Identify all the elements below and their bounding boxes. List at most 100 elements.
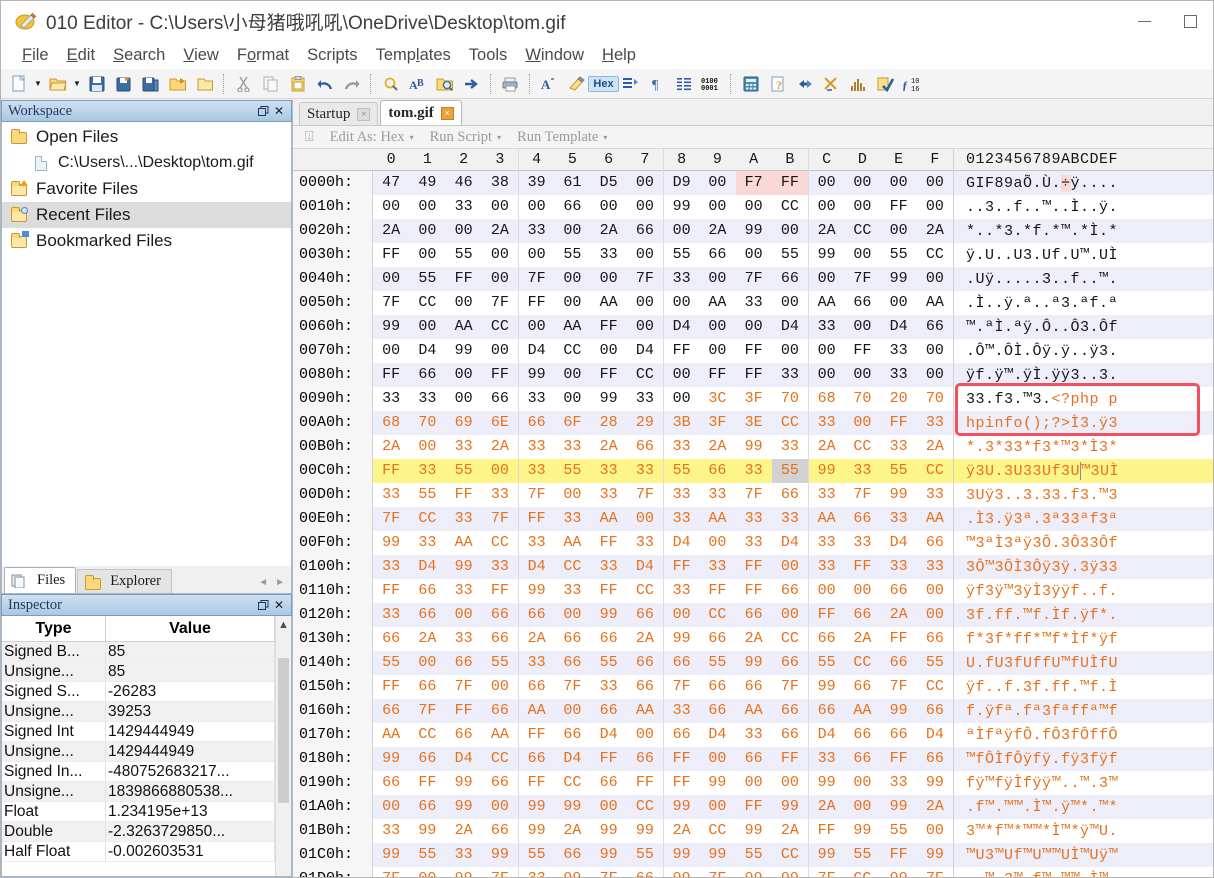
document-tab-startup[interactable]: Startup × [299, 102, 379, 125]
hex-byte[interactable]: AA [917, 507, 953, 531]
hex-row-bytes[interactable]: 7F00997F33997F66997F99997FCC997F [373, 867, 953, 877]
hex-byte[interactable]: 99 [373, 531, 409, 555]
hex-byte[interactable]: AA [808, 507, 844, 531]
hex-byte[interactable]: 33 [736, 531, 772, 555]
hex-byte[interactable]: 33 [518, 651, 554, 675]
tree-item-open-files[interactable]: Open Files [2, 124, 291, 150]
close-icon[interactable]: ✕ [271, 597, 287, 613]
hex-byte[interactable]: 33 [881, 363, 917, 387]
hex-row[interactable]: 0110h: FF 66 33 FF 99 33 FF CC 33 FF FF 66 00 00 66 00 ÿf… [293, 579, 1213, 603]
hex-byte[interactable]: AA [591, 507, 627, 531]
hex-row[interactable]: 0000h: 47 49 46 38 39 61 D5 00 D9 00 F7 FF 00 00 00 00 GI… [293, 171, 1213, 195]
inspector-row[interactable]: Unsigne... 85 [2, 662, 275, 682]
hex-byte[interactable]: 55 [554, 459, 590, 483]
hex-row-bytes[interactable]: 33 66 00 66 66 00 99 66 00 CC 66 00 FF 66 2A 00 [373, 603, 953, 627]
hex-byte[interactable]: 66 [591, 627, 627, 651]
hex-byte[interactable]: FF [409, 771, 445, 795]
hex-byte[interactable]: 99 [554, 795, 590, 819]
hex-byte[interactable]: FF [881, 411, 917, 435]
hex-byte[interactable]: FF [591, 531, 627, 555]
hex-byte[interactable]: 00 [808, 195, 844, 219]
hex-byte[interactable]: CC [482, 531, 518, 555]
hex-byte[interactable]: 66 [736, 675, 772, 699]
hex-byte[interactable]: 2A [482, 435, 518, 459]
hex-byte[interactable]: 33 [663, 699, 699, 723]
open-file-icon[interactable] [45, 72, 70, 96]
hex-byte[interactable]: FF [736, 363, 772, 387]
hex-byte[interactable]: 33 [808, 483, 844, 507]
hex-row[interactable]: 00A0h: 68 70 69 6E 66 6F 28 29 3B 3F 3E CC 33 00 FF 33 hp… [293, 411, 1213, 435]
menu-templates[interactable]: Templates [367, 44, 460, 67]
hex-byte[interactable]: 66 [409, 603, 445, 627]
hex-byte[interactable]: D4 [881, 531, 917, 555]
hex-byte[interactable]: D4 [627, 339, 663, 363]
hex-byte[interactable]: 00 [699, 795, 735, 819]
hex-byte[interactable]: CC [482, 315, 518, 339]
hex-byte[interactable]: 33 [446, 195, 482, 219]
hex-byte[interactable]: 33 [699, 483, 735, 507]
tree-item-favorite-files[interactable]: Favorite Files [2, 176, 291, 202]
hex-byte[interactable]: 00 [917, 603, 953, 627]
hex-byte[interactable]: 99 [663, 627, 699, 651]
hex-byte[interactable]: CC [554, 771, 590, 795]
hex-byte[interactable]: CC [844, 435, 880, 459]
hex-byte[interactable]: CC [844, 867, 880, 877]
hex-byte[interactable]: 00 [446, 291, 482, 315]
hex-byte[interactable]: FF [446, 267, 482, 291]
run-template-dropdown[interactable]: Run Template ▾ [509, 129, 615, 146]
hex-byte[interactable]: 99 [699, 843, 735, 867]
hex-byte[interactable]: 99 [663, 795, 699, 819]
hex-byte[interactable]: 2A [373, 435, 409, 459]
hex-row-ascii[interactable]: U.fU3fUffU™fUÌfU [953, 651, 1213, 675]
hex-row-ascii[interactable]: ™U3™Uf™U™™UÌ™Uÿ™ [953, 843, 1213, 867]
hex-byte[interactable]: FF [663, 339, 699, 363]
hex-byte[interactable]: 2A [446, 819, 482, 843]
hex-byte[interactable]: 66 [591, 771, 627, 795]
hex-byte[interactable]: CC [772, 843, 808, 867]
hex-byte[interactable]: D4 [627, 555, 663, 579]
hex-byte[interactable]: 55 [663, 459, 699, 483]
hex-byte[interactable]: 55 [446, 459, 482, 483]
hex-byte[interactable]: 66 [627, 603, 663, 627]
hex-byte[interactable]: 00 [627, 723, 663, 747]
hex-row-bytes[interactable]: 99 55 33 99 55 66 99 55 99 99 55 CC 99 55 FF 99 [373, 843, 953, 867]
workspace-tab-files[interactable]: Files [4, 567, 77, 593]
hex-row[interactable]: 01B0h: 33 99 2A 66 99 2A 99 99 2A CC 99 2A FF 99 55 00 3™… [293, 819, 1213, 843]
hex-byte[interactable]: 00 [699, 171, 735, 195]
hex-row-bytes[interactable]: 66 FF 99 66 FF CC 66 FF FF 99 00 00 99 00 33 99 [373, 771, 953, 795]
hex-byte[interactable]: 55 [844, 843, 880, 867]
hex-byte[interactable]: 33 [373, 483, 409, 507]
hex-byte[interactable]: 2A [591, 435, 627, 459]
hex-byte[interactable]: 99 [409, 819, 445, 843]
hex-byte[interactable]: 00 [518, 243, 554, 267]
hex-byte[interactable]: FF [699, 579, 735, 603]
hex-byte[interactable]: 33 [808, 315, 844, 339]
hex-byte[interactable]: 33 [772, 435, 808, 459]
hex-byte[interactable]: 2A [373, 219, 409, 243]
document-tab-tom-gif[interactable]: tom.gif × [380, 100, 462, 125]
hex-byte[interactable]: FF [808, 819, 844, 843]
hex-byte[interactable]: 33 [808, 411, 844, 435]
hex-byte[interactable]: 70 [844, 387, 880, 411]
hex-row-bytes[interactable]: 7F CC 00 7F FF 00 AA 00 00 AA 33 00 AA 66 00 AA [373, 291, 953, 315]
hex-byte[interactable]: 99 [808, 459, 844, 483]
hex-byte[interactable]: 7F [446, 675, 482, 699]
hex-byte[interactable]: FF [518, 771, 554, 795]
hex-byte[interactable]: 00 [917, 339, 953, 363]
hex-row[interactable]: 0170h: AA CC 66 AA FF 66 D4 00 66 D4 33 66 D4 66 66 D4 ªÌ… [293, 723, 1213, 747]
hex-byte[interactable]: 00 [736, 771, 772, 795]
menu-window[interactable]: Window [516, 44, 593, 67]
hex-byte[interactable]: 00 [844, 195, 880, 219]
hex-byte[interactable]: 99 [518, 795, 554, 819]
hex-byte[interactable]: 33 [663, 483, 699, 507]
hex-byte[interactable]: AA [446, 315, 482, 339]
hex-byte[interactable]: 00 [808, 363, 844, 387]
hex-byte[interactable]: 00 [772, 771, 808, 795]
hex-byte[interactable]: CC [772, 411, 808, 435]
hex-byte[interactable]: 33 [373, 387, 409, 411]
hex-byte[interactable]: 99 [591, 603, 627, 627]
hex-byte[interactable]: AA [699, 507, 735, 531]
hex-byte[interactable]: 66 [844, 723, 880, 747]
hex-byte[interactable]: 66 [844, 675, 880, 699]
hex-row-ascii[interactable]: f*3f*ff*™f*Ìf*ÿf [953, 627, 1213, 651]
